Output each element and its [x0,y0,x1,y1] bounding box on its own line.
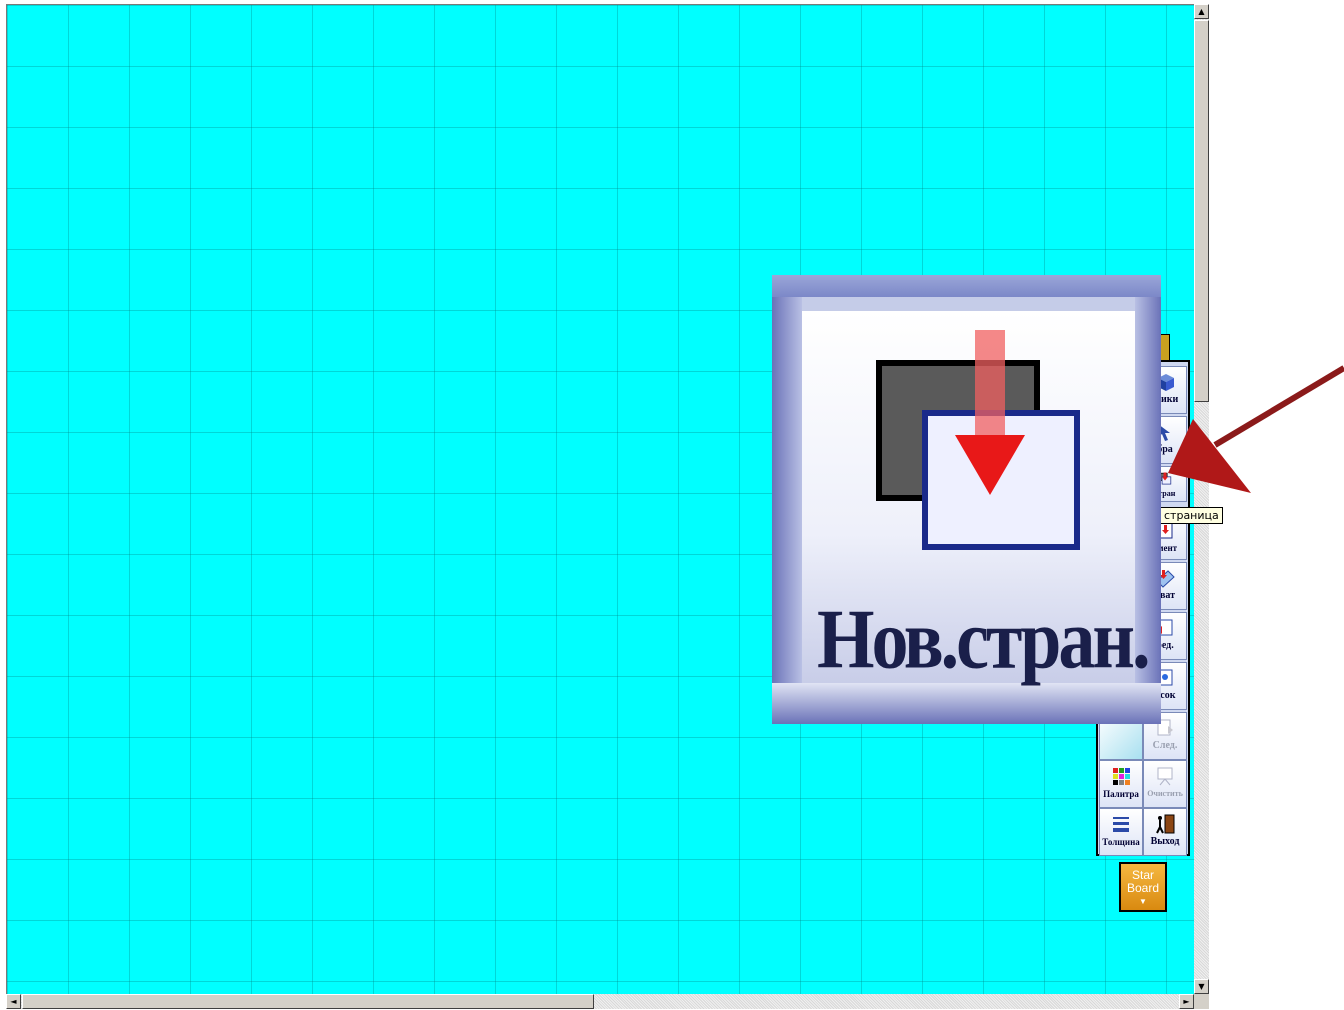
annotation-arrow [1168,365,1344,493]
